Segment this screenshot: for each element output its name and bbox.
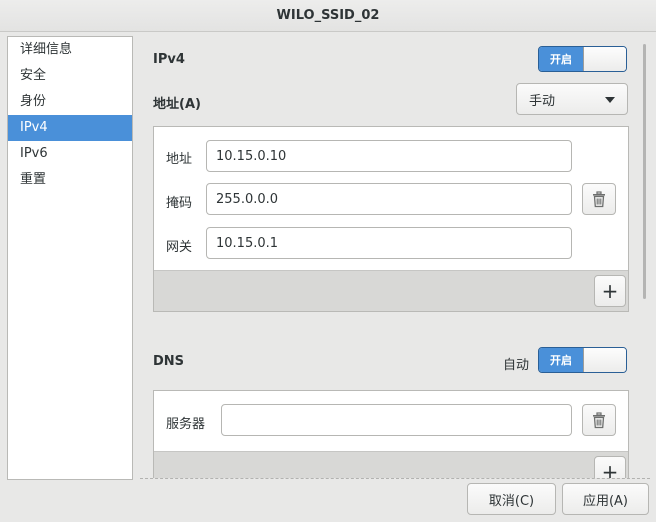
address-input[interactable] <box>206 140 572 172</box>
sidebar-item-details[interactable]: 详细信息 <box>8 37 132 63</box>
apply-button[interactable]: 应用(A) <box>562 483 649 515</box>
plus-icon: + <box>601 279 619 303</box>
netmask-input[interactable] <box>206 183 572 215</box>
ipv4-toggle-knob <box>583 47 626 71</box>
dns-server-input[interactable] <box>221 404 572 436</box>
scroll-edge-divider <box>140 478 650 479</box>
delete-dns-button[interactable] <box>582 404 616 436</box>
dns-toggle-knob <box>583 348 626 372</box>
sidebar-item-security[interactable]: 安全 <box>8 63 132 89</box>
dns-auto-label: 自动 <box>503 358 530 373</box>
gateway-input[interactable] <box>206 227 572 259</box>
window-title: WILO_SSID_02 <box>276 8 380 23</box>
delete-address-button[interactable] <box>582 183 616 215</box>
add-dns-button[interactable]: + <box>594 456 626 478</box>
dns-auto-toggle[interactable]: 开启 <box>538 347 627 373</box>
address-method-dropdown[interactable]: 手动 <box>516 83 628 115</box>
window-titlebar: WILO_SSID_02 <box>0 0 656 32</box>
dns-title: DNS <box>153 354 185 369</box>
ipv4-panel-footer: + <box>154 270 628 311</box>
ipv4-toggle-label: 开启 <box>539 47 583 71</box>
dns-panel-footer: + <box>154 451 628 478</box>
settings-content: IPv4 开启 地址(A) 手动 地址 掩码 网关 + <box>140 36 650 478</box>
sidebar-item-identity[interactable]: 身份 <box>8 89 132 115</box>
ipv4-title: IPv4 <box>153 52 185 67</box>
address-method-label: 地址(A) <box>153 97 201 112</box>
address-method-value: 手动 <box>529 93 556 109</box>
sidebar: 详细信息 安全 身份 IPv4 IPv6 重置 <box>7 36 133 480</box>
ipv4-address-panel: 地址 掩码 网关 + <box>153 126 629 312</box>
chevron-down-icon <box>605 97 615 103</box>
address-label: 地址 <box>166 152 193 167</box>
gateway-label: 网关 <box>166 240 193 255</box>
sidebar-item-reset[interactable]: 重置 <box>8 167 132 193</box>
trash-icon <box>593 411 605 428</box>
dns-server-panel: 服务器 + <box>153 390 629 478</box>
add-address-button[interactable]: + <box>594 275 626 307</box>
sidebar-item-ipv6[interactable]: IPv6 <box>8 141 132 167</box>
dns-toggle-label: 开启 <box>539 348 583 372</box>
sidebar-item-ipv4[interactable]: IPv4 <box>8 115 132 141</box>
content-scrollbar[interactable] <box>643 44 646 299</box>
ipv4-toggle[interactable]: 开启 <box>538 46 627 72</box>
netmask-label: 掩码 <box>166 196 193 211</box>
dns-server-label: 服务器 <box>166 417 206 432</box>
cancel-button[interactable]: 取消(C) <box>467 483 556 515</box>
plus-icon: + <box>601 460 619 478</box>
trash-icon <box>593 190 605 207</box>
